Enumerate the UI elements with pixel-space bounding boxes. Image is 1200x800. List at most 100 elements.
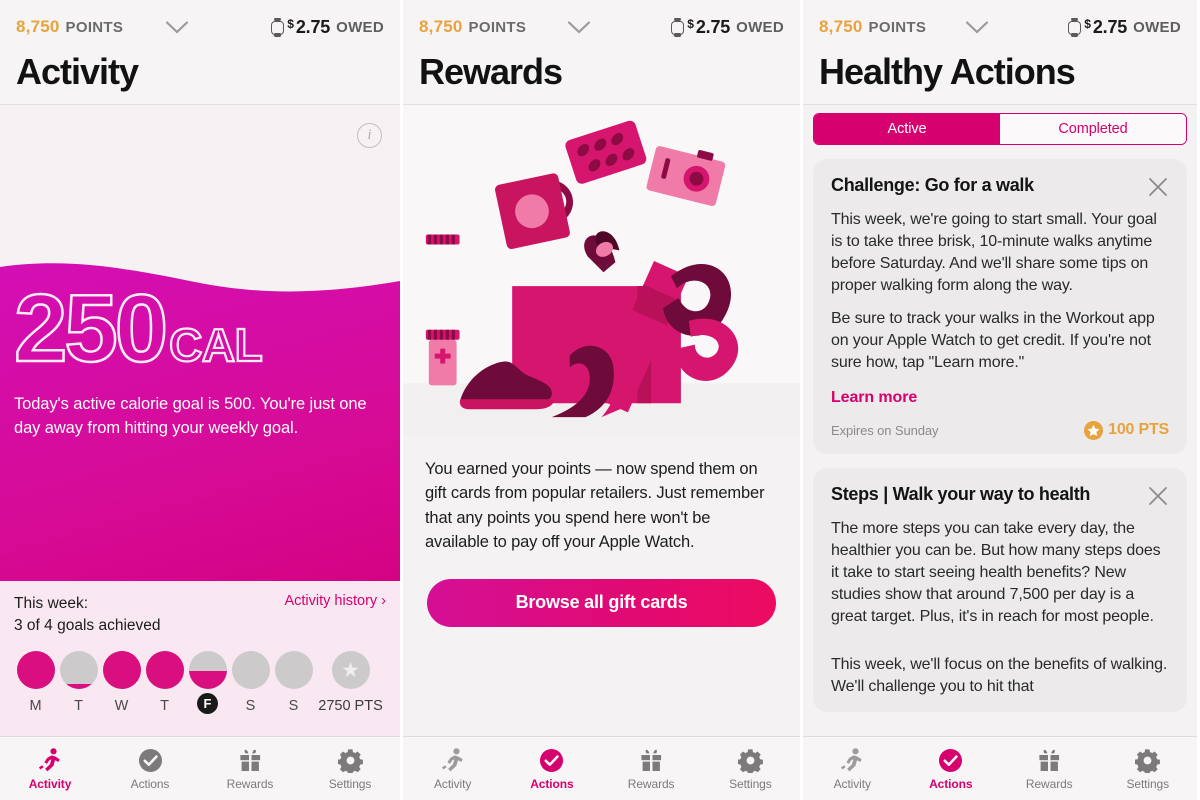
- tab-activity[interactable]: Activity: [403, 747, 502, 791]
- tab-settings[interactable]: Settings: [701, 747, 800, 791]
- calorie-unit: CAL: [168, 318, 264, 372]
- screen-rewards: 8,750 POINTS $ 2.75 OWED Rewards You ear…: [400, 0, 800, 800]
- points-summary[interactable]: 8,750 POINTS: [819, 17, 926, 37]
- header-top-row: 8,750 POINTS $ 2.75 OWED: [16, 0, 384, 54]
- day-progress-ring: [145, 651, 184, 689]
- gift-icon: [639, 747, 664, 773]
- currency-symbol: $: [687, 17, 694, 31]
- gear-icon: [337, 747, 363, 773]
- points-summary[interactable]: 8,750 POINTS: [16, 17, 123, 37]
- day-ring-item[interactable]: M: [14, 651, 57, 714]
- tab-label: Actions: [929, 776, 973, 791]
- rewards-description: You earned your points — now spend them …: [425, 460, 765, 552]
- segmented-control: Active Completed: [813, 113, 1187, 145]
- segment-completed[interactable]: Completed: [1000, 114, 1186, 144]
- tab-label: Actions: [130, 776, 170, 791]
- owed-amount: 2.75: [295, 16, 331, 37]
- action-card-steps: Steps | Walk your way to health The more…: [813, 467, 1187, 713]
- day-ring-item[interactable]: S: [229, 651, 272, 714]
- owed-label: OWED: [336, 18, 384, 36]
- activity-history-link[interactable]: Activity history ›: [284, 593, 386, 609]
- tab-settings[interactable]: Settings: [300, 747, 400, 791]
- star-icon: ★: [331, 651, 370, 689]
- tab-activity[interactable]: Activity: [0, 747, 100, 791]
- tab-actions[interactable]: Actions: [502, 747, 601, 791]
- app-header: 8,750 POINTS $ 2.75 OWED Rewards: [403, 0, 800, 104]
- apple-watch-icon: [271, 17, 285, 37]
- app-header: 8,750 POINTS $ 2.75 OWED Healthy Actions: [803, 0, 1197, 104]
- day-label: S: [288, 698, 299, 714]
- day-label: T: [74, 698, 83, 714]
- card-paragraph: Be sure to track your walks in the Worko…: [831, 310, 1155, 372]
- chevron-down-icon[interactable]: [566, 14, 592, 40]
- day-label: T: [160, 698, 169, 714]
- gift-icon: [1037, 747, 1062, 773]
- gear-icon: [1135, 747, 1161, 773]
- chevron-down-icon[interactable]: [164, 14, 190, 40]
- tab-rewards[interactable]: Rewards: [602, 747, 701, 791]
- tab-activity[interactable]: Activity: [803, 747, 902, 791]
- page-title: Rewards: [419, 51, 563, 92]
- owed-amount: 2.75: [695, 16, 731, 37]
- chevron-down-icon[interactable]: [964, 14, 990, 40]
- day-progress-ring: [231, 651, 270, 689]
- browse-gift-cards-wrap: Browse all gift cards: [403, 555, 800, 627]
- card-header: Challenge: Go for a walk: [831, 175, 1169, 198]
- points-label: POINTS: [65, 19, 124, 36]
- week-goals-text: 3 of 4 goals achieved: [14, 617, 161, 634]
- points-summary[interactable]: 8,750 POINTS: [419, 17, 526, 37]
- calorie-readout: 250CAL Today's active calorie goal is 50…: [13, 279, 394, 440]
- card-title: Steps | Walk your way to health: [831, 483, 1091, 504]
- card-paragraph: The more steps you can take every day, t…: [831, 519, 1161, 625]
- day-ring-item-today[interactable]: F: [186, 651, 229, 714]
- day-ring-item[interactable]: S: [272, 651, 315, 714]
- three-screen-montage: 8,750 POINTS $ 2.75 OWED Activity i 250C…: [0, 0, 1200, 800]
- points-value: 8,750: [419, 17, 463, 36]
- info-icon[interactable]: i: [357, 123, 382, 148]
- day-ring-item[interactable]: T: [57, 651, 100, 714]
- day-ring-item[interactable]: W: [100, 651, 143, 714]
- close-icon[interactable]: [1147, 485, 1169, 507]
- day-progress-ring: [102, 651, 141, 689]
- action-card-challenge: Challenge: Go for a walk This week, we'r…: [813, 159, 1187, 454]
- tab-settings[interactable]: Settings: [1099, 747, 1198, 791]
- week-total-item[interactable]: ★ 2750 PTS: [315, 651, 386, 714]
- owed-label: OWED: [1133, 18, 1181, 36]
- points-label: POINTS: [868, 19, 927, 36]
- gift-box-illustration: [403, 105, 800, 435]
- tab-rewards[interactable]: Rewards: [200, 747, 300, 791]
- close-icon[interactable]: [1147, 176, 1169, 198]
- tab-actions[interactable]: Actions: [902, 747, 1001, 791]
- day-label: W: [114, 698, 129, 714]
- tab-label: Activity: [434, 776, 472, 791]
- day-label-today: F: [197, 693, 218, 714]
- currency-symbol: $: [1084, 17, 1091, 31]
- tab-label: Settings: [328, 776, 372, 791]
- segment-active[interactable]: Active: [814, 114, 1000, 144]
- card-footer: Expires on Sunday 100 PTS: [831, 420, 1169, 440]
- tab-label: Settings: [729, 776, 772, 791]
- learn-more-link[interactable]: Learn more: [831, 389, 1169, 407]
- tab-actions[interactable]: Actions: [100, 747, 200, 791]
- balance-owed[interactable]: $ 2.75 OWED: [271, 17, 384, 38]
- balance-owed[interactable]: $ 2.75 OWED: [671, 17, 784, 38]
- balance-owed[interactable]: $ 2.75 OWED: [1068, 17, 1181, 38]
- tab-label: Rewards: [1025, 776, 1073, 791]
- tab-label: Rewards: [627, 776, 675, 791]
- screen-activity: 8,750 POINTS $ 2.75 OWED Activity i 250C…: [0, 0, 400, 800]
- browse-gift-cards-button[interactable]: Browse all gift cards: [427, 578, 776, 627]
- tab-bar: Activity Actions Rewards Settings: [0, 736, 400, 800]
- header-top-row: 8,750 POINTS $ 2.75 OWED: [419, 0, 784, 54]
- gear-icon: [737, 747, 763, 773]
- gift-icon: [238, 747, 263, 773]
- card-title: Challenge: Go for a walk: [831, 175, 1034, 195]
- day-ring-item[interactable]: T: [143, 651, 186, 714]
- card-paragraph: This week, we'll focus on the benefits o…: [831, 655, 1168, 696]
- page-title: Healthy Actions: [819, 51, 1076, 92]
- tab-label: Activity: [833, 776, 871, 791]
- screen-healthy-actions: 8,750 POINTS $ 2.75 OWED Healthy Actions: [800, 0, 1197, 800]
- card-header: Steps | Walk your way to health: [831, 484, 1169, 507]
- apple-watch-icon: [671, 17, 685, 37]
- check-circle-icon: [138, 747, 163, 773]
- tab-rewards[interactable]: Rewards: [1000, 747, 1099, 791]
